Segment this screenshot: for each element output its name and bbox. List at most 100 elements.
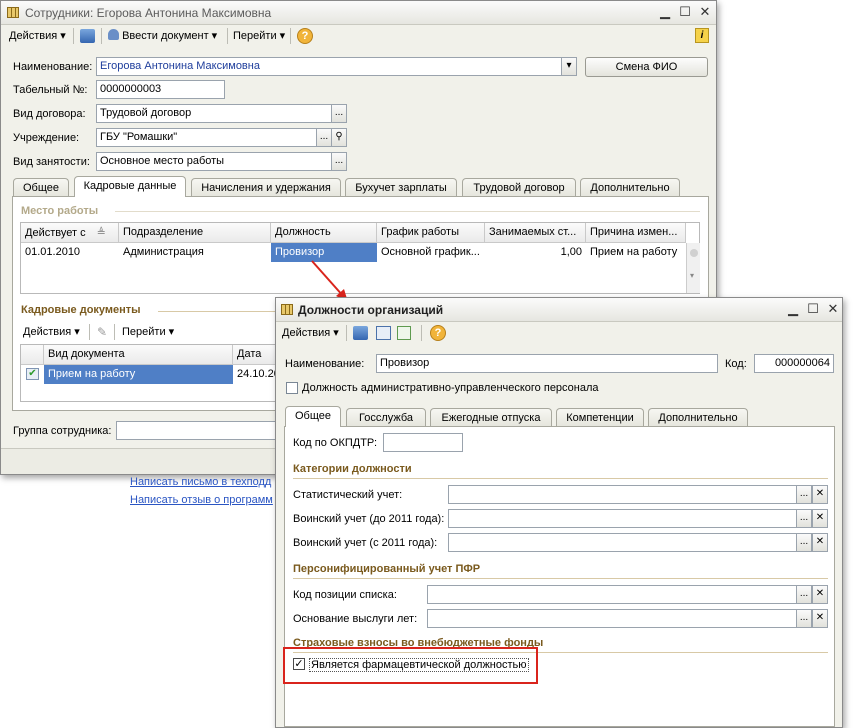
tab-payroll-accounting[interactable]: Бухучет зарплаты: [345, 178, 457, 197]
maximize-icon[interactable]: ☐: [676, 4, 694, 20]
copy-icon[interactable]: [397, 326, 411, 340]
stat-accounting-select-button[interactable]: ...: [796, 485, 812, 504]
seniority-basis-label: Основание выслуги лет:: [293, 613, 418, 625]
hr-docs-actions-menu[interactable]: Действия ▾: [23, 324, 80, 340]
hr-docs-go-to-menu[interactable]: Перейти ▾: [122, 324, 174, 340]
list-position-field[interactable]: [427, 585, 797, 604]
col-header-reason[interactable]: Причина измен...: [586, 223, 686, 243]
stat-accounting-clear-icon[interactable]: ✕: [812, 485, 828, 504]
toolbar-separator: [290, 28, 291, 44]
help-icon[interactable]: ?: [430, 325, 446, 341]
toolbar-separator: [101, 28, 102, 44]
workplace-section-line: [115, 211, 700, 212]
dialog-tab-additional[interactable]: Дополнительно: [648, 408, 748, 427]
employee-window-titlebar[interactable]: Сотрудники: Егорова Антонина Максимовна …: [1, 1, 716, 25]
name-field[interactable]: Егорова Антонина Максимовна: [96, 57, 562, 76]
dialog-tab-general[interactable]: Общее: [285, 406, 341, 427]
save-icon[interactable]: [376, 326, 391, 340]
dialog-tab-civil-service[interactable]: Госслужба: [346, 408, 426, 427]
seniority-basis-field[interactable]: [427, 609, 797, 628]
save-and-close-icon[interactable]: [353, 326, 368, 340]
go-to-menu[interactable]: Перейти ▾: [233, 28, 285, 44]
link-write-review[interactable]: Написать отзыв о программ: [130, 494, 273, 506]
tab-employment-contract[interactable]: Трудовой договор: [462, 178, 576, 197]
list-position-clear-icon[interactable]: ✕: [812, 585, 828, 604]
military-after-clear-icon[interactable]: ✕: [812, 533, 828, 552]
stat-accounting-field[interactable]: [448, 485, 797, 504]
change-name-button[interactable]: Смена ФИО: [585, 57, 708, 77]
hr-docs-section-title: Кадровые документы: [21, 304, 141, 316]
link-write-support[interactable]: Написать письмо в техподд: [130, 476, 271, 488]
enter-document-menu[interactable]: Ввести документ ▾: [108, 28, 217, 44]
col-header-department[interactable]: Подразделение: [119, 223, 271, 243]
col-header-effective-from[interactable]: Действует с ≜: [21, 223, 119, 243]
post-and-close-icon[interactable]: [80, 29, 95, 43]
dialog-actions-label: Действия: [282, 327, 331, 339]
window-grid-icon: [281, 304, 293, 315]
seniority-basis-clear-icon[interactable]: ✕: [812, 609, 828, 628]
contract-type-label: Вид договора:: [13, 108, 86, 120]
code-field[interactable]: 000000064: [754, 354, 834, 373]
info-icon[interactable]: i: [695, 28, 709, 43]
close-icon[interactable]: ✕: [696, 4, 714, 20]
contract-type-field[interactable]: Трудовой договор: [96, 104, 332, 123]
workplace-grid[interactable]: Действует с ≜ Подразделение Должность Гр…: [20, 222, 700, 294]
positions-toolbar: Действия ▾ ?: [276, 322, 842, 344]
military-before-field[interactable]: [448, 509, 797, 528]
tab-general[interactable]: Общее: [13, 178, 69, 197]
close-icon[interactable]: ✕: [824, 301, 842, 317]
dialog-name-field[interactable]: Провизор: [376, 354, 718, 373]
okpdtr-field[interactable]: [383, 433, 463, 452]
military-before-select-button[interactable]: ...: [796, 509, 812, 528]
employment-type-field[interactable]: Основное место работы: [96, 152, 332, 171]
list-position-select-button[interactable]: ...: [796, 585, 812, 604]
pfr-section-line: [293, 578, 828, 579]
scroll-down-icon[interactable]: ▾: [690, 271, 694, 280]
dialog-tab-annual-leave[interactable]: Ежегодные отпуска: [430, 408, 552, 427]
stat-accounting-label: Статистический учет:: [293, 489, 403, 501]
institution-field[interactable]: ГБУ "Ромашки": [96, 128, 317, 147]
minimize-icon[interactable]: ▁: [784, 301, 802, 317]
seniority-basis-select-button[interactable]: ...: [796, 609, 812, 628]
col-header-schedule[interactable]: График работы: [377, 223, 485, 243]
military-after-select-button[interactable]: ...: [796, 533, 812, 552]
maximize-icon[interactable]: ☐: [804, 301, 822, 317]
actions-menu[interactable]: Действия ▾: [9, 28, 66, 44]
tab-number-field[interactable]: 0000000003: [96, 80, 225, 99]
admin-staff-checkbox[interactable]: [286, 382, 298, 394]
minimize-icon[interactable]: ▁: [656, 4, 674, 20]
go-to-label: Перейти: [233, 30, 277, 42]
institution-label: Учреждение:: [13, 132, 80, 144]
col-header-rates[interactable]: Занимаемых ст...: [485, 223, 586, 243]
tab-hr-data[interactable]: Кадровые данные: [74, 176, 186, 197]
tab-additional[interactable]: Дополнительно: [580, 178, 680, 197]
help-icon[interactable]: ?: [297, 28, 313, 44]
hr-doc-row[interactable]: ✔ Прием на работу 24.10.20: [21, 365, 283, 384]
employee-group-field[interactable]: [116, 421, 286, 440]
name-label: Наименование:: [13, 61, 93, 73]
workplace-scrollbar[interactable]: ▾: [686, 243, 700, 293]
enter-document-label: Ввести документ: [122, 30, 209, 42]
positions-dialog-titlebar[interactable]: Должности организаций ▁ ☐ ✕: [276, 298, 842, 322]
categories-section-line: [293, 478, 828, 479]
military-before-clear-icon[interactable]: ✕: [812, 509, 828, 528]
employment-type-select-button[interactable]: ...: [331, 152, 347, 171]
dialog-actions-menu[interactable]: Действия ▾: [282, 325, 339, 341]
admin-staff-label: Должность административно-управленческог…: [302, 382, 599, 394]
hr-docs-grid[interactable]: Вид документа Дата ✔ Прием на работу 24.…: [20, 344, 283, 402]
col-header-doc-type[interactable]: Вид документа: [44, 345, 233, 365]
institution-search-icon[interactable]: ⚲: [331, 128, 347, 147]
edit-pencil-icon[interactable]: ✎: [97, 325, 107, 339]
scroll-up-icon[interactable]: [690, 249, 698, 257]
name-dropdown-button[interactable]: ▾: [561, 57, 577, 76]
categories-section-title: Категории должности: [293, 463, 412, 475]
military-before-label: Воинский учет (до 2011 года):: [293, 513, 445, 525]
dialog-tab-competencies[interactable]: Компетенции: [556, 408, 644, 427]
contract-type-select-button[interactable]: ...: [331, 104, 347, 123]
toolbar-separator: [227, 28, 228, 44]
military-after-field[interactable]: [448, 533, 797, 552]
col-header-position[interactable]: Должность: [271, 223, 377, 243]
tab-accruals[interactable]: Начисления и удержания: [191, 178, 341, 197]
institution-select-button[interactable]: ...: [316, 128, 332, 147]
document-people-icon: [108, 29, 119, 40]
